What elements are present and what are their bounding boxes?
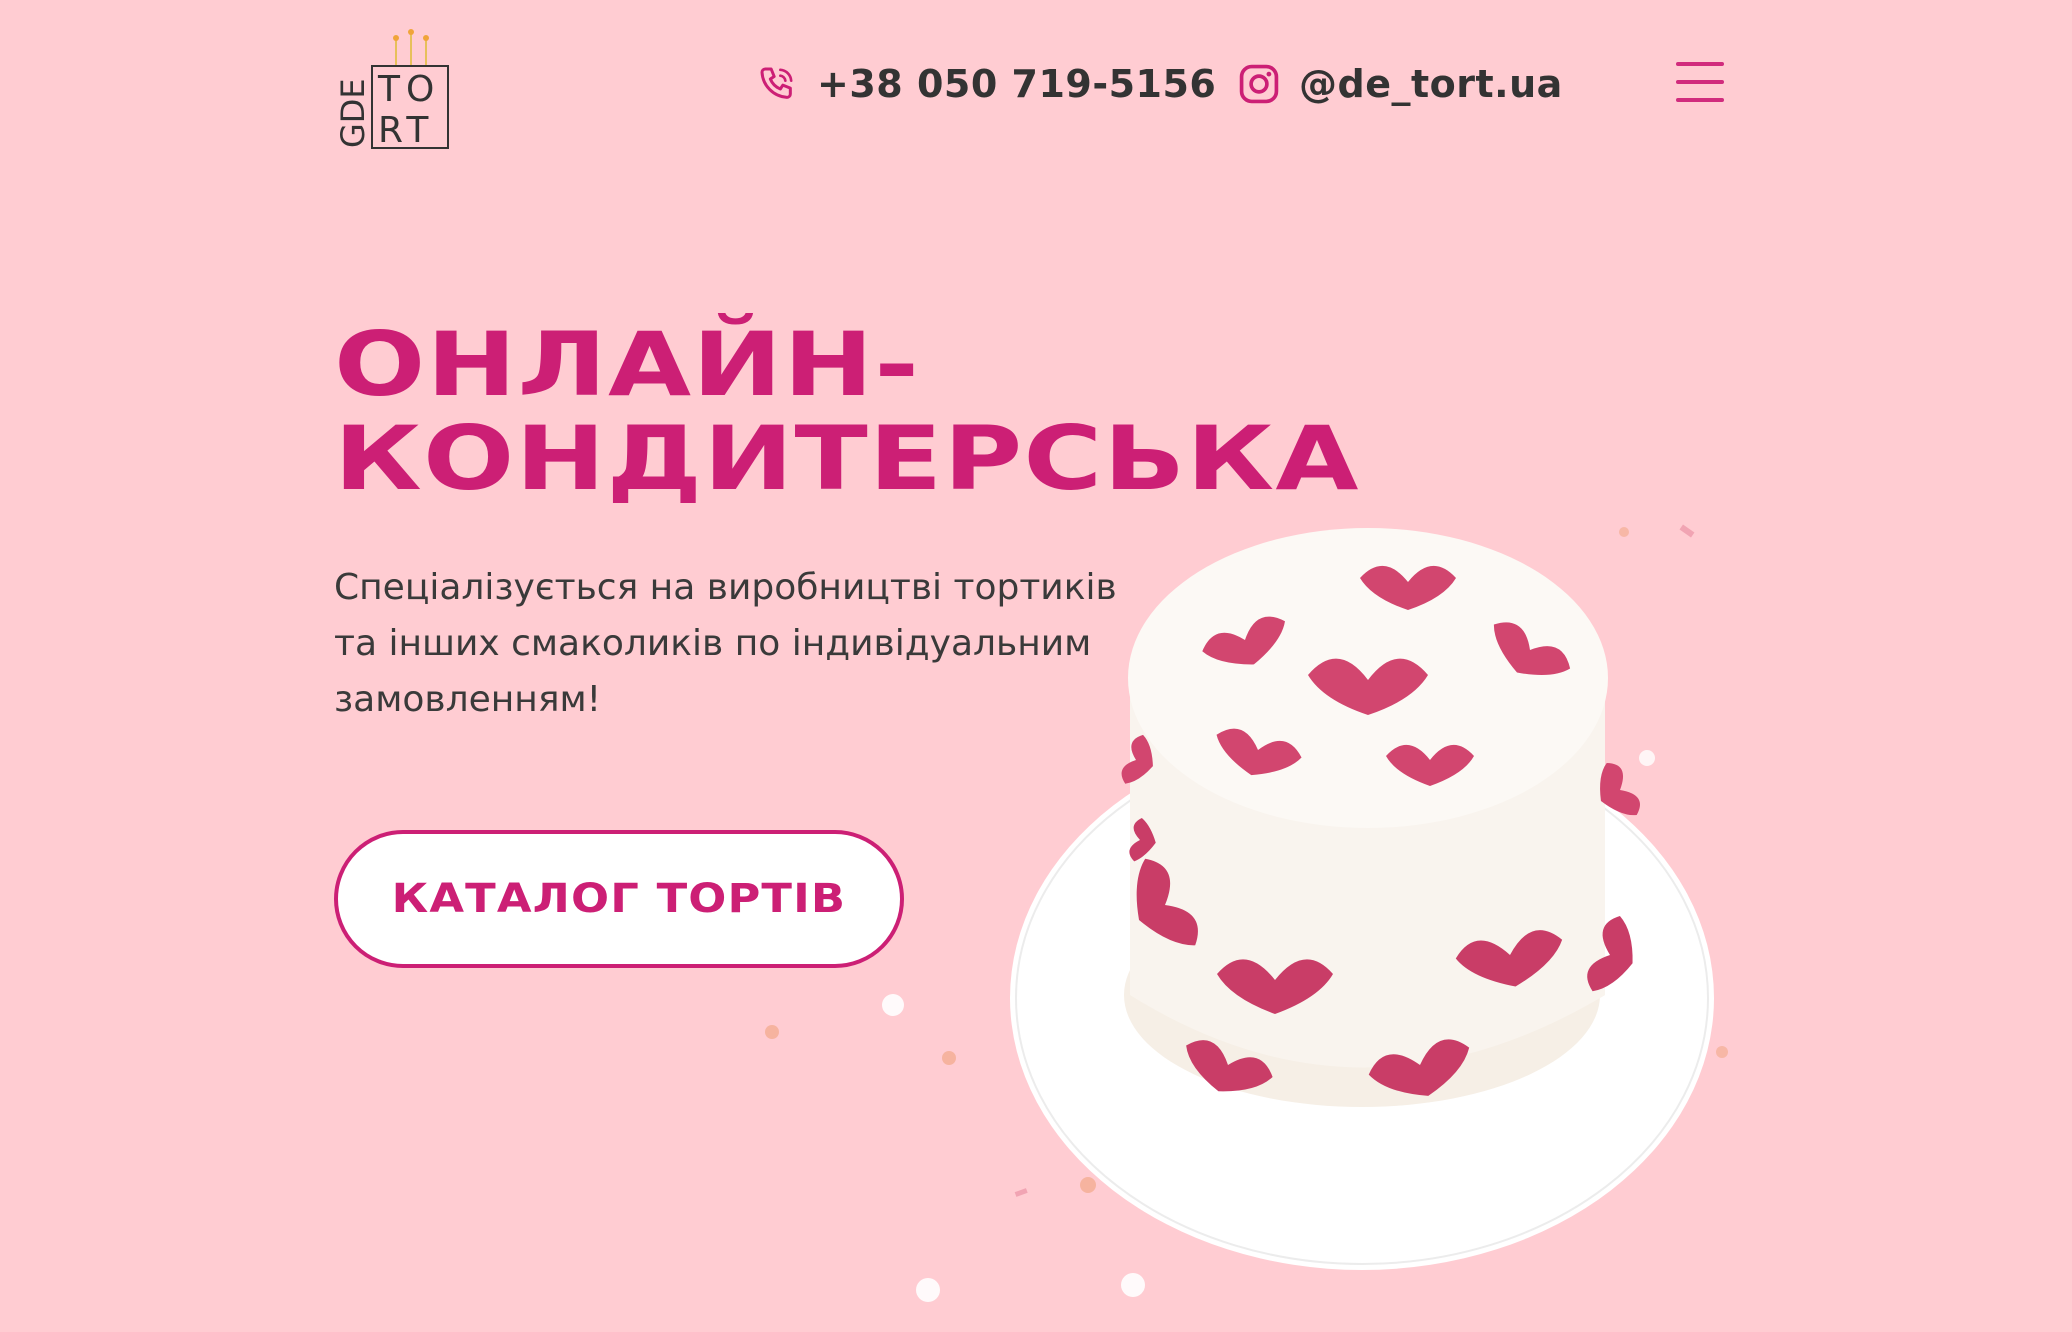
logo-text-bottom: RT xyxy=(378,110,434,151)
candles-icon xyxy=(393,29,429,66)
logo-text-left: GDE xyxy=(334,78,372,148)
logo[interactable]: GDE TO RT xyxy=(334,26,452,152)
instagram-icon xyxy=(1239,64,1279,104)
instagram-handle: @de_tort.ua xyxy=(1299,62,1563,106)
catalog-button[interactable]: КАТАЛОГ ТОРТІВ xyxy=(334,830,904,968)
cake-image xyxy=(1010,528,1714,1270)
page-title-line: ОНЛАЙН- xyxy=(334,313,921,416)
menu-bar xyxy=(1676,98,1724,102)
menu-bar xyxy=(1676,62,1724,66)
logo-text-top: TO xyxy=(377,69,440,110)
menu-bar xyxy=(1676,80,1724,84)
phone-icon xyxy=(760,67,793,99)
catalog-button-label: КАТАЛОГ ТОРТІВ xyxy=(391,876,847,922)
hamburger-menu-icon[interactable] xyxy=(1676,62,1724,106)
phone-link[interactable]: +38 050 719-5156 xyxy=(757,60,1216,108)
instagram-link[interactable]: @de_tort.ua xyxy=(1237,60,1563,108)
phone-number: +38 050 719-5156 xyxy=(817,62,1217,106)
logo-mark: GDE TO RT xyxy=(334,29,449,151)
page-title-line: КОНДИТЕРСЬКА xyxy=(334,407,1360,510)
page-title: ОНЛАЙН- КОНДИТЕРСЬКА xyxy=(334,318,1360,506)
